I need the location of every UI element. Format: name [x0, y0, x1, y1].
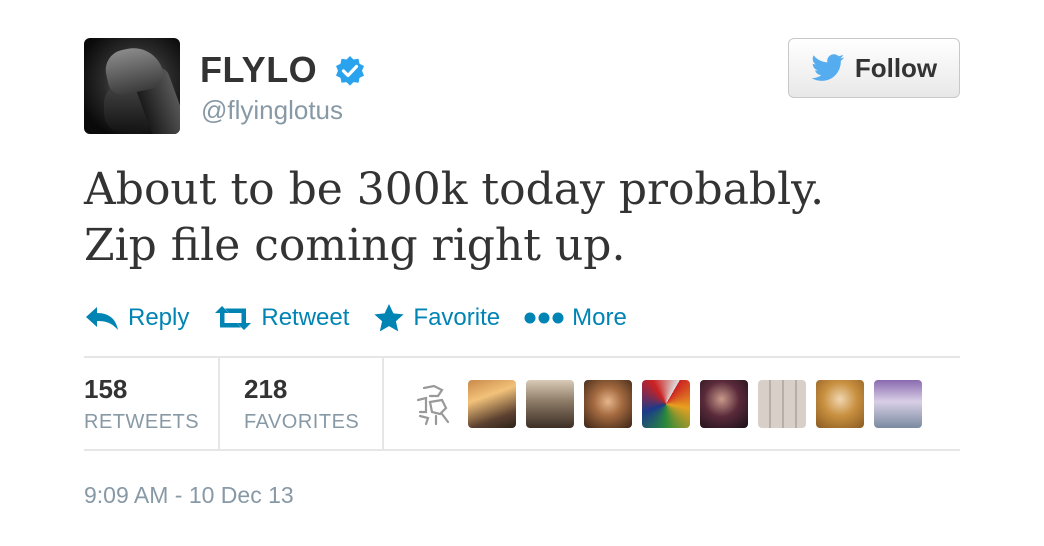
logo-icon	[416, 384, 450, 426]
favoriter-avatar[interactable]	[410, 380, 458, 428]
favoriter-avatar[interactable]	[700, 380, 748, 428]
favoriters-avatars	[410, 380, 922, 428]
more-button[interactable]: More	[524, 304, 627, 332]
tweet-line: Zip file coming right up.	[84, 220, 626, 271]
favoriter-avatar[interactable]	[468, 380, 516, 428]
follow-button[interactable]: Follow	[788, 38, 960, 98]
tweet-timestamp[interactable]: 9:09 AM - 10 Dec 13	[84, 482, 294, 509]
retweet-icon	[215, 306, 252, 330]
favoriter-avatar[interactable]	[816, 380, 864, 428]
stat-divider	[382, 358, 384, 450]
user-display-name[interactable]: FLYLO	[200, 49, 317, 91]
favoriter-avatar[interactable]	[642, 380, 690, 428]
more-dots-icon	[524, 312, 564, 324]
favorite-label: Favorite	[413, 304, 501, 331]
favoriter-avatar[interactable]	[584, 380, 632, 428]
retweet-label: Retweet	[261, 304, 350, 331]
tweet-actions: Reply Retweet Favorite More	[84, 298, 651, 338]
retweets-stat[interactable]: 158 RETWEETS	[84, 374, 199, 434]
favorites-stat[interactable]: 218 FAVORITES	[244, 374, 359, 434]
stat-divider	[218, 358, 220, 450]
reply-arrow-icon	[86, 307, 118, 330]
favoriter-avatar[interactable]	[874, 380, 922, 428]
user-avatar[interactable]	[84, 38, 180, 134]
divider	[84, 449, 960, 451]
follow-button-label: Follow	[854, 52, 938, 83]
favoriter-avatar[interactable]	[526, 380, 574, 428]
twitter-bird-icon	[811, 54, 844, 81]
verified-badge-icon	[336, 56, 364, 86]
reply-button[interactable]: Reply	[84, 304, 189, 332]
favorites-count: 218	[244, 374, 288, 404]
retweets-count: 158	[84, 374, 128, 404]
favorite-button[interactable]: Favorite	[373, 303, 500, 333]
tweet-text: About to be 300k today probably. Zip fil…	[84, 162, 824, 274]
tweet-line: About to be 300k today probably.	[84, 164, 825, 215]
user-handle[interactable]: @flyinglotus	[201, 95, 343, 126]
more-label: More	[572, 304, 627, 331]
retweets-label: RETWEETS	[84, 411, 200, 433]
reply-label: Reply	[128, 304, 190, 331]
retweet-button[interactable]: Retweet	[213, 304, 349, 332]
divider	[84, 356, 960, 358]
favorites-label: FAVORITES	[244, 411, 360, 433]
star-icon	[374, 304, 405, 332]
favoriter-avatar[interactable]	[758, 380, 806, 428]
